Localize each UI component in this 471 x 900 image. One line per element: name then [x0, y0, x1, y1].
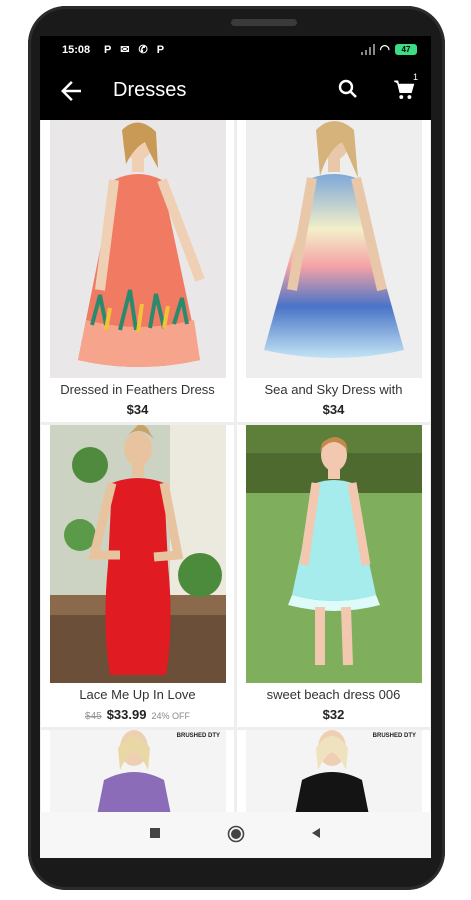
product-card[interactable]: BRUSHED DTY: [237, 730, 430, 812]
product-image: [50, 425, 226, 683]
nav-square-icon[interactable]: [149, 827, 161, 839]
speaker-grille: [231, 19, 297, 26]
page-title: Dresses: [113, 79, 187, 101]
product-image: BRUSHED DTY: [246, 730, 422, 812]
product-name: Dressed in Feathers Dress: [60, 382, 215, 397]
product-card[interactable]: Lace Me Up In Love $45 $33.99 24% OFF: [41, 425, 234, 727]
product-price: $34: [126, 402, 149, 417]
back-arrow-icon[interactable]: [56, 76, 86, 106]
brand-tag: BRUSHED DTY: [372, 733, 416, 739]
brand-tag: BRUSHED DTY: [176, 733, 220, 739]
product-grid: Dressed in Feathers Dress $34 Sea and Sk…: [40, 120, 431, 812]
status-time: 15:08: [62, 44, 91, 56]
app-bar: Dresses 1: [40, 64, 431, 120]
product-name: Sea and Sky Dress with: [264, 382, 403, 397]
notification-icons: P ✉ ✆ P: [104, 44, 168, 56]
product-image: BRUSHED DTY: [50, 730, 226, 812]
system-nav-bar: [40, 812, 431, 858]
product-image: [246, 120, 422, 378]
product-card[interactable]: sweet beach dress 006 $32: [237, 425, 430, 727]
product-name: Lace Me Up In Love: [79, 687, 196, 702]
product-card[interactable]: BRUSHED DTY: [41, 730, 234, 812]
product-price-row: $45 $33.99 24% OFF: [41, 707, 234, 722]
battery-icon: 47: [395, 43, 417, 55]
product-price: $33.99: [106, 707, 147, 722]
signal-icon: [360, 43, 375, 55]
product-price: $32: [322, 707, 345, 722]
product-old-price: $45: [85, 711, 102, 722]
product-image: [246, 425, 422, 683]
product-name: sweet beach dress 006: [266, 687, 401, 702]
nav-triangle-icon[interactable]: [310, 827, 322, 839]
product-discount: 24% OFF: [151, 711, 190, 721]
nav-circle-icon[interactable]: [227, 825, 245, 843]
status-bar: 15:08 P ✉ ✆ P ◠ 47: [40, 36, 431, 64]
screen: 15:08 P ✉ ✆ P ◠ 47 Dresses 1 Dressed in …: [40, 36, 431, 858]
wifi-icon: ◠: [379, 42, 390, 56]
product-image: [50, 120, 226, 378]
cart-count-badge: 1: [413, 72, 419, 82]
product-price: $34: [322, 402, 345, 417]
product-card[interactable]: Dressed in Feathers Dress $34: [41, 120, 234, 422]
search-icon[interactable]: [336, 77, 360, 101]
product-card[interactable]: Sea and Sky Dress with $34: [237, 120, 430, 422]
